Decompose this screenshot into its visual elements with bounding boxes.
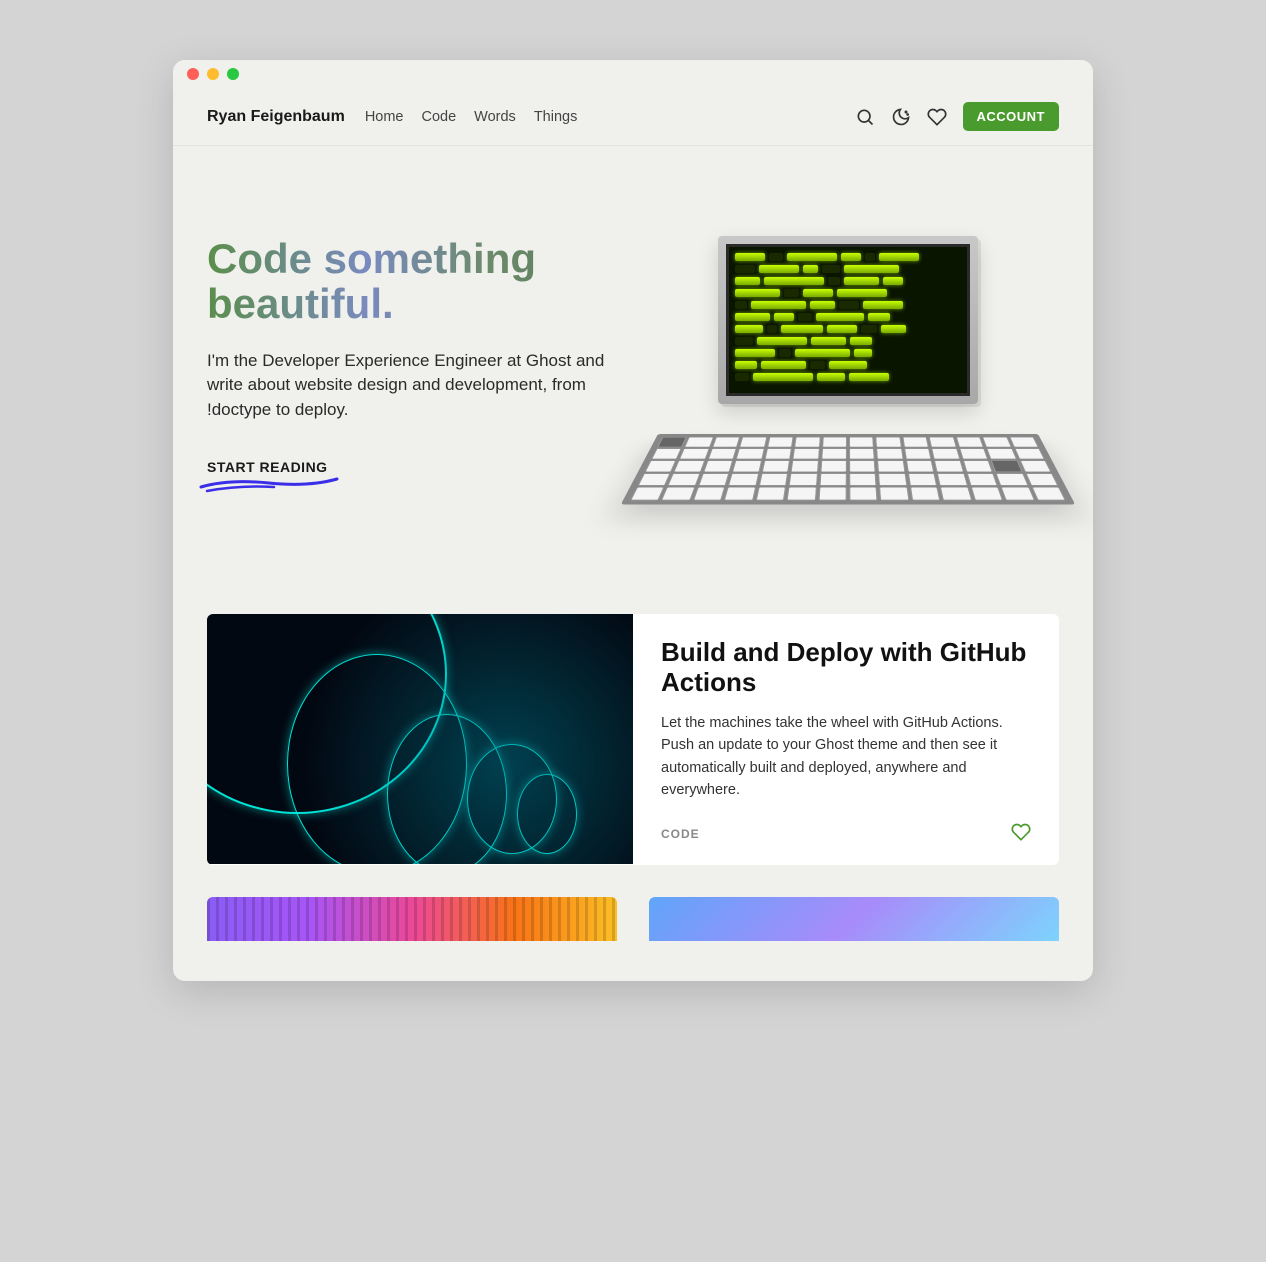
nav-words[interactable]: Words <box>474 109 516 125</box>
monitor-illustration <box>718 236 978 404</box>
nav-things[interactable]: Things <box>534 109 578 125</box>
card-grid <box>207 897 1059 941</box>
grid-card-1[interactable] <box>207 897 617 941</box>
hero-section: Code something beautiful. I'm the Develo… <box>173 146 1093 614</box>
window-maximize-button[interactable] <box>227 68 239 80</box>
content-section: Build and Deploy with GitHub Actions Let… <box>173 614 1093 981</box>
hero-text: Code something beautiful. I'm the Develo… <box>207 236 607 481</box>
header-actions: ACCOUNT <box>855 102 1060 131</box>
featured-card-tag[interactable]: CODE <box>661 827 700 841</box>
underline-swoosh-icon <box>199 473 339 493</box>
window-minimize-button[interactable] <box>207 68 219 80</box>
start-reading-button[interactable]: START READING <box>207 459 328 481</box>
featured-card-title: Build and Deploy with GitHub Actions <box>661 638 1031 698</box>
grid-card-2[interactable] <box>649 897 1059 941</box>
browser-window: Ryan Feigenbaum Home Code Words Things A… <box>173 60 1093 981</box>
site-header: Ryan Feigenbaum Home Code Words Things A… <box>173 88 1093 146</box>
screen-illustration <box>726 244 970 396</box>
featured-card-body: Build and Deploy with GitHub Actions Let… <box>633 614 1059 865</box>
main-nav: Home Code Words Things <box>365 109 578 125</box>
search-icon[interactable] <box>855 107 875 127</box>
window-title-bar <box>173 60 1093 88</box>
dark-mode-icon[interactable] <box>891 107 911 127</box>
nav-home[interactable]: Home <box>365 109 404 125</box>
hero-illustration <box>637 236 1059 554</box>
keyboard-illustration <box>658 434 1038 554</box>
hero-title: Code something beautiful. <box>207 236 607 327</box>
account-button[interactable]: ACCOUNT <box>963 102 1060 131</box>
site-brand[interactable]: Ryan Feigenbaum <box>207 108 345 126</box>
featured-card-footer: CODE <box>661 822 1031 847</box>
featured-card-image <box>207 614 633 864</box>
heart-icon[interactable] <box>1011 822 1031 847</box>
featured-card-text: Let the machines take the wheel with Git… <box>661 712 1031 802</box>
hero-subtitle: I'm the Developer Experience Engineer at… <box>207 349 607 423</box>
featured-card[interactable]: Build and Deploy with GitHub Actions Let… <box>207 614 1059 865</box>
nav-code[interactable]: Code <box>422 109 457 125</box>
window-close-button[interactable] <box>187 68 199 80</box>
heart-icon[interactable] <box>927 107 947 127</box>
